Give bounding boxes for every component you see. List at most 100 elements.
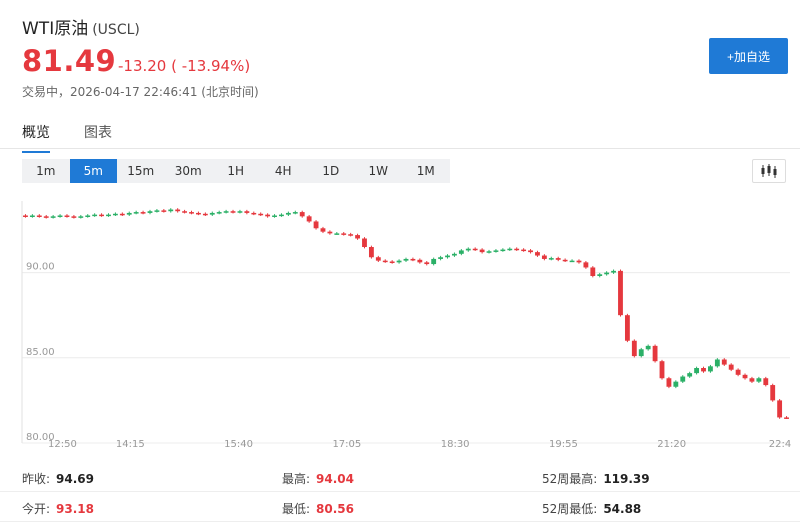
candle-body [202, 213, 208, 216]
candle-body [161, 210, 167, 212]
candle-body [368, 247, 374, 258]
x-axis-labels: 12:50 14:15 15:40 17:05 18:30 19:55 21:20 22:4 [48, 439, 791, 450]
candle-body [666, 378, 672, 387]
candle-body [147, 211, 153, 213]
candle-body [645, 345, 651, 350]
candle-body [659, 361, 665, 379]
period-4h[interactable]: 4H [260, 159, 308, 183]
candle-body [327, 231, 333, 234]
candle-body [410, 258, 416, 261]
candle-body [362, 238, 367, 248]
candle-body [382, 260, 388, 263]
candle-body [694, 368, 700, 374]
period-selector: 1m 5m 15m 30m 1H 4H 1D 1W 1M [22, 159, 450, 183]
tab-bar: 概览 图表 [0, 118, 800, 153]
candle-body [562, 259, 568, 262]
candle-body [168, 209, 174, 212]
stat-value: 94.04 [316, 472, 355, 486]
candle-body [465, 248, 471, 251]
instrument-name: WTI原油 [22, 19, 89, 39]
candle-body [742, 374, 748, 379]
candle-body [133, 212, 139, 214]
candle-body [438, 257, 444, 259]
candle-body [182, 211, 188, 213]
candle-body [154, 210, 160, 212]
instrument-title: WTI原油 (USCL) [22, 14, 140, 39]
stat-open: 今开: 93.18 [22, 500, 94, 517]
candle-body [424, 262, 430, 265]
stat-prev-close: 昨收: 94.69 [22, 470, 94, 487]
x-tick-label: 18:30 [441, 439, 470, 450]
price-chart[interactable]: 90.0085.0080.00 12:50 14:15 15:40 17:05 18:3… [0, 195, 800, 457]
y-axis-labels: 90.0085.0080.00 [26, 262, 55, 443]
candle-body [452, 253, 457, 256]
stat-label: 最低: [282, 502, 311, 516]
candle-body [50, 216, 56, 218]
x-tick-label: 21:20 [657, 439, 686, 450]
candle-body [714, 359, 720, 367]
chart-type-button[interactable] [752, 159, 786, 183]
candle-body [521, 249, 527, 252]
candlestick-icon [761, 164, 777, 178]
candle-body [597, 274, 603, 276]
candle-body [555, 258, 561, 260]
candle-body [320, 228, 326, 232]
candle-body [569, 260, 575, 263]
add-watchlist-button[interactable]: +加自选 [709, 38, 788, 74]
candle-body [541, 255, 547, 259]
tab-chart[interactable]: 图表 [84, 122, 112, 142]
candle-body [458, 250, 464, 254]
stats-row-2: 今开: 93.18 最低: 80.56 52周最低: 54.88 [0, 492, 800, 522]
period-15m[interactable]: 15m [117, 159, 165, 183]
x-tick-label: 14:15 [116, 439, 145, 450]
candle-body [486, 251, 492, 253]
x-tick-label: 15:40 [224, 439, 253, 450]
candle-body [396, 260, 402, 263]
candle-body [230, 211, 236, 213]
candle-body [721, 359, 727, 365]
candle-body [306, 216, 312, 222]
candle-body [701, 368, 706, 372]
stat-52w-low: 52周最低: 54.88 [542, 500, 641, 517]
candle-body [514, 248, 520, 251]
candle-body [99, 214, 104, 217]
period-1m[interactable]: 1m [22, 159, 70, 183]
period-1mo[interactable]: 1M [402, 159, 450, 183]
period-5m[interactable]: 5m [69, 159, 117, 183]
x-tick-label: 12:50 [48, 439, 77, 450]
candle-body [265, 214, 271, 217]
candle-body [735, 369, 741, 375]
stat-label: 昨收: [22, 472, 51, 486]
candle-body [708, 366, 713, 372]
period-1d[interactable]: 1D [307, 159, 355, 183]
candle-body [57, 215, 63, 217]
candle-body [175, 209, 181, 212]
candle-body [341, 233, 347, 235]
candle-body [611, 270, 616, 273]
candle-body [209, 212, 215, 215]
candle-body [119, 213, 125, 216]
period-30m[interactable]: 30m [165, 159, 213, 183]
candle-body [777, 400, 783, 418]
y-tick-label: 90.00 [26, 262, 55, 273]
candle-body [687, 373, 693, 377]
period-1h[interactable]: 1H [212, 159, 260, 183]
stat-label: 52周最低: [542, 502, 598, 516]
candle-body [472, 248, 478, 251]
price-change: -13.20 ( -13.94%) [118, 57, 251, 75]
tab-overview[interactable]: 概览 [22, 122, 50, 153]
stat-value: 93.18 [56, 502, 95, 516]
stat-52w-high: 52周最高: 119.39 [542, 470, 650, 487]
x-tick-label: 19:55 [549, 439, 578, 450]
candle-body [445, 255, 450, 258]
candle-body [535, 252, 540, 256]
candle-body [140, 212, 146, 214]
candle-body [23, 215, 28, 217]
candle-body [403, 258, 409, 261]
candle-body [590, 267, 596, 276]
period-1w[interactable]: 1W [355, 159, 403, 183]
candle-body [223, 211, 229, 213]
candle-body [756, 378, 762, 382]
trading-status: 交易中，2026-04-17 22:46:41 (北京时间) [22, 85, 259, 99]
x-tick-label: 22:4 [769, 439, 791, 450]
